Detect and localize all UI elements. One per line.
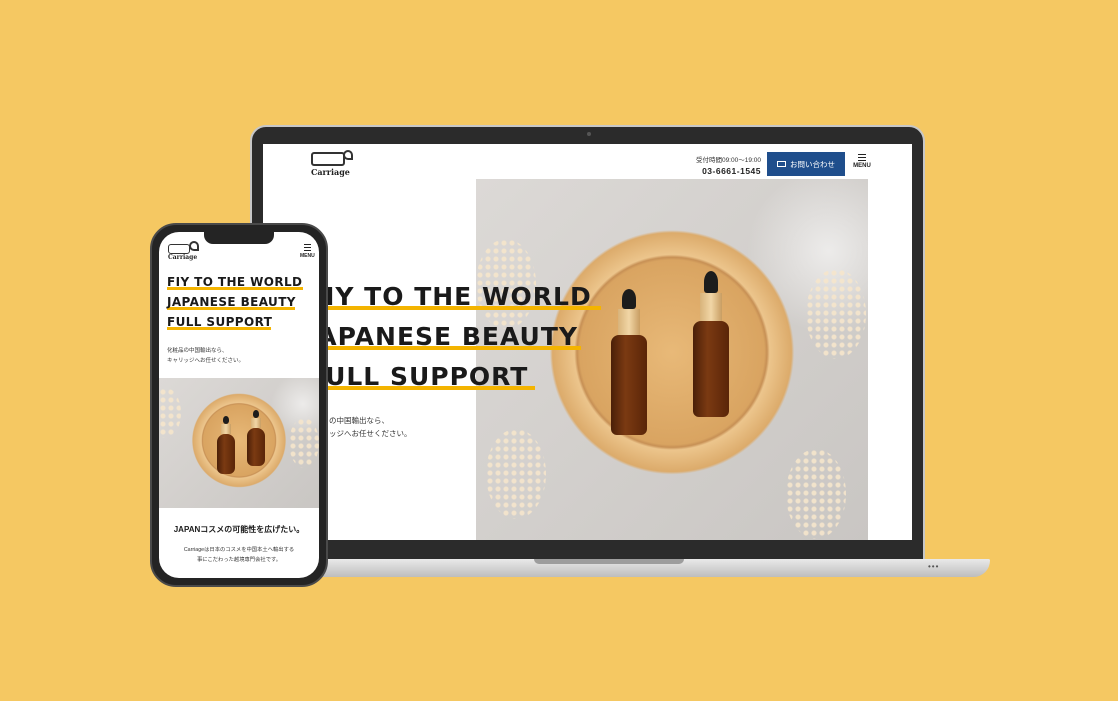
headline-line-2: JAPANESE BEAUTY — [319, 322, 578, 351]
serum-bottle — [611, 335, 647, 435]
phone-headline-line-3: FULL SUPPORT — [167, 315, 273, 329]
logo-text: Carriage — [311, 167, 350, 177]
serum-bottle — [217, 434, 235, 474]
phone-section-body: Carriageは日本のコスメを中国本土へ輸出する 事にこだわった越境専門会社で… — [163, 545, 315, 565]
bottle-cap — [251, 418, 261, 428]
phone-frame: Carriage MENU FIY TO THE WORLD JAPANESE … — [150, 223, 328, 587]
hero-subtext-line1: の中国輸出なら、 — [329, 416, 389, 425]
headline-line-1: FIY TO THE WORLD — [319, 282, 592, 311]
phone-screen: Carriage MENU FIY TO THE WORLD JAPANESE … — [159, 232, 319, 578]
phone-notch — [204, 232, 274, 244]
phone-headline-line-2: JAPANESE BEAUTY — [167, 295, 296, 309]
dropper-bulb — [622, 289, 636, 309]
indicator-dots: ••• — [928, 562, 940, 571]
phone-subtext-line1: 化粧品の中国輸出なら、 — [167, 348, 228, 354]
dropper-bulb — [253, 410, 259, 418]
phone-hero-headline: FIY TO THE WORLD JAPANESE BEAUTY FULL SU… — [167, 275, 317, 343]
phone-section-heading: JAPANコスメの可能性を広げたい。 — [173, 525, 305, 534]
flowers-decoration — [289, 418, 319, 468]
menu-button[interactable]: MENU — [850, 154, 874, 169]
camera-icon — [587, 132, 591, 136]
flowers-decoration — [806, 269, 866, 359]
carriage-logo-icon — [168, 241, 199, 254]
phone-subtext-line2: キャリッジへお任せください。 — [167, 358, 245, 364]
menu-icon — [858, 154, 866, 161]
hero-headline: FIY TO THE WORLD JAPANESE BEAUTY FULL SU… — [319, 282, 609, 396]
phone-logo-text: Carriage — [168, 254, 198, 261]
contact-button-label: お問い合わせ — [790, 159, 835, 169]
serum-bottle — [247, 428, 265, 466]
contact-button[interactable]: お問い合わせ — [767, 152, 845, 176]
phone-number[interactable]: 03-6661-1545 — [671, 166, 761, 176]
flowers-decoration — [159, 388, 181, 438]
phone-menu-label: MENU — [300, 253, 315, 259]
dropper-bulb — [704, 271, 718, 293]
business-hours: 受付時間09:00〜19:00 — [695, 157, 761, 164]
serum-bottle — [693, 321, 729, 417]
bottle-cap — [700, 293, 722, 321]
hero-subtext-line2: ッジへお任せください。 — [329, 429, 412, 438]
phone-body-line2: 事にこだわった越境専門会社です。 — [196, 557, 282, 563]
phone-hero-image — [159, 378, 319, 508]
menu-icon — [303, 244, 311, 251]
laptop-base: ••• — [228, 559, 990, 577]
dropper-bulb — [223, 416, 229, 424]
bottle-cap — [221, 424, 231, 434]
flowers-decoration — [786, 449, 846, 539]
trackpad-notch — [534, 559, 684, 564]
phone-hero-subtext: 化粧品の中国輸出なら、 キャリッジへお任せください。 — [167, 346, 244, 366]
phone-headline-line-1: FIY TO THE WORLD — [167, 275, 303, 289]
headline-line-3: FULL SUPPORT — [319, 362, 529, 391]
laptop-frame: Carriage 受付時間09:00〜19:00 03-6661-1545 お問… — [250, 125, 925, 561]
hero-subtext: の中国輸出なら、 ッジへお任せください。 — [329, 414, 412, 440]
laptop-screen: Carriage 受付時間09:00〜19:00 03-6661-1545 お問… — [263, 144, 912, 540]
phone-site-logo[interactable]: Carriage — [168, 241, 199, 261]
phone-body-line1: Carriageは日本のコスメを中国本土へ輸出する — [183, 547, 295, 553]
menu-label: MENU — [853, 163, 871, 169]
flowers-decoration — [486, 429, 546, 519]
phone-menu-button[interactable]: MENU — [300, 244, 315, 259]
carriage-logo-icon — [311, 150, 353, 166]
mail-icon — [777, 161, 786, 167]
bottle-cap — [618, 309, 640, 335]
site-logo[interactable]: Carriage — [311, 150, 353, 177]
